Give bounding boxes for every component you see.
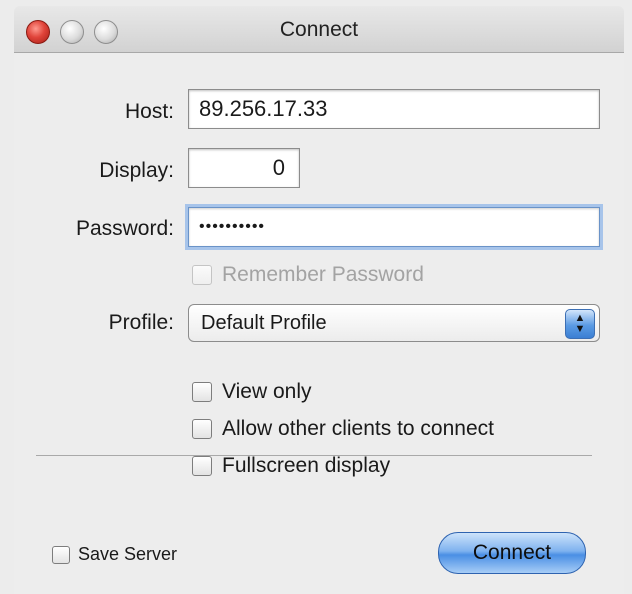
display-label: Display:	[99, 159, 174, 182]
connect-window: Connect Host: 89.256.17.33 Display: 0 Pa…	[0, 0, 632, 594]
window-title: Connect	[279, 18, 359, 41]
dialog-content: Host: 89.256.17.33 Display: 0 Password: …	[14, 53, 624, 594]
view-only-checkbox[interactable]	[192, 382, 212, 402]
view-only-label: View only	[222, 380, 312, 403]
save-server-checkbox[interactable]	[52, 545, 70, 564]
divider	[36, 455, 592, 456]
allow-other-clients-label: Allow other clients to connect	[222, 417, 494, 440]
allow-other-clients-checkbox[interactable]	[192, 419, 212, 439]
profile-popup[interactable]: Default Profile ▲ ▼	[188, 304, 600, 342]
fullscreen-display-label: Fullscreen display	[222, 454, 391, 477]
save-server-label: Save Server	[78, 544, 178, 564]
display-input[interactable]: 0	[188, 148, 300, 188]
remember-password-label: Remember Password	[222, 263, 424, 286]
password-label: Password:	[75, 217, 174, 240]
host-input[interactable]: 89.256.17.33	[188, 89, 600, 129]
title-bar[interactable]: Connect	[14, 6, 624, 53]
profile-label: Profile:	[108, 311, 174, 334]
updown-arrows-icon: ▲ ▼	[565, 309, 595, 339]
remember-password-checkbox[interactable]	[192, 265, 212, 285]
fullscreen-display-row[interactable]: Fullscreen display	[192, 454, 390, 478]
fullscreen-display-checkbox[interactable]	[192, 456, 212, 476]
view-only-row[interactable]: View only	[192, 380, 312, 404]
host-label: Host:	[124, 100, 174, 123]
connect-button[interactable]: Connect	[438, 532, 586, 574]
remember-password-checkbox-row[interactable]: Remember Password	[192, 263, 424, 287]
password-input[interactable]: ••••••••••	[188, 207, 600, 247]
profile-selected-value: Default Profile	[201, 312, 327, 334]
allow-other-clients-row[interactable]: Allow other clients to connect	[192, 417, 494, 441]
save-server-row[interactable]: Save Server	[52, 544, 177, 565]
